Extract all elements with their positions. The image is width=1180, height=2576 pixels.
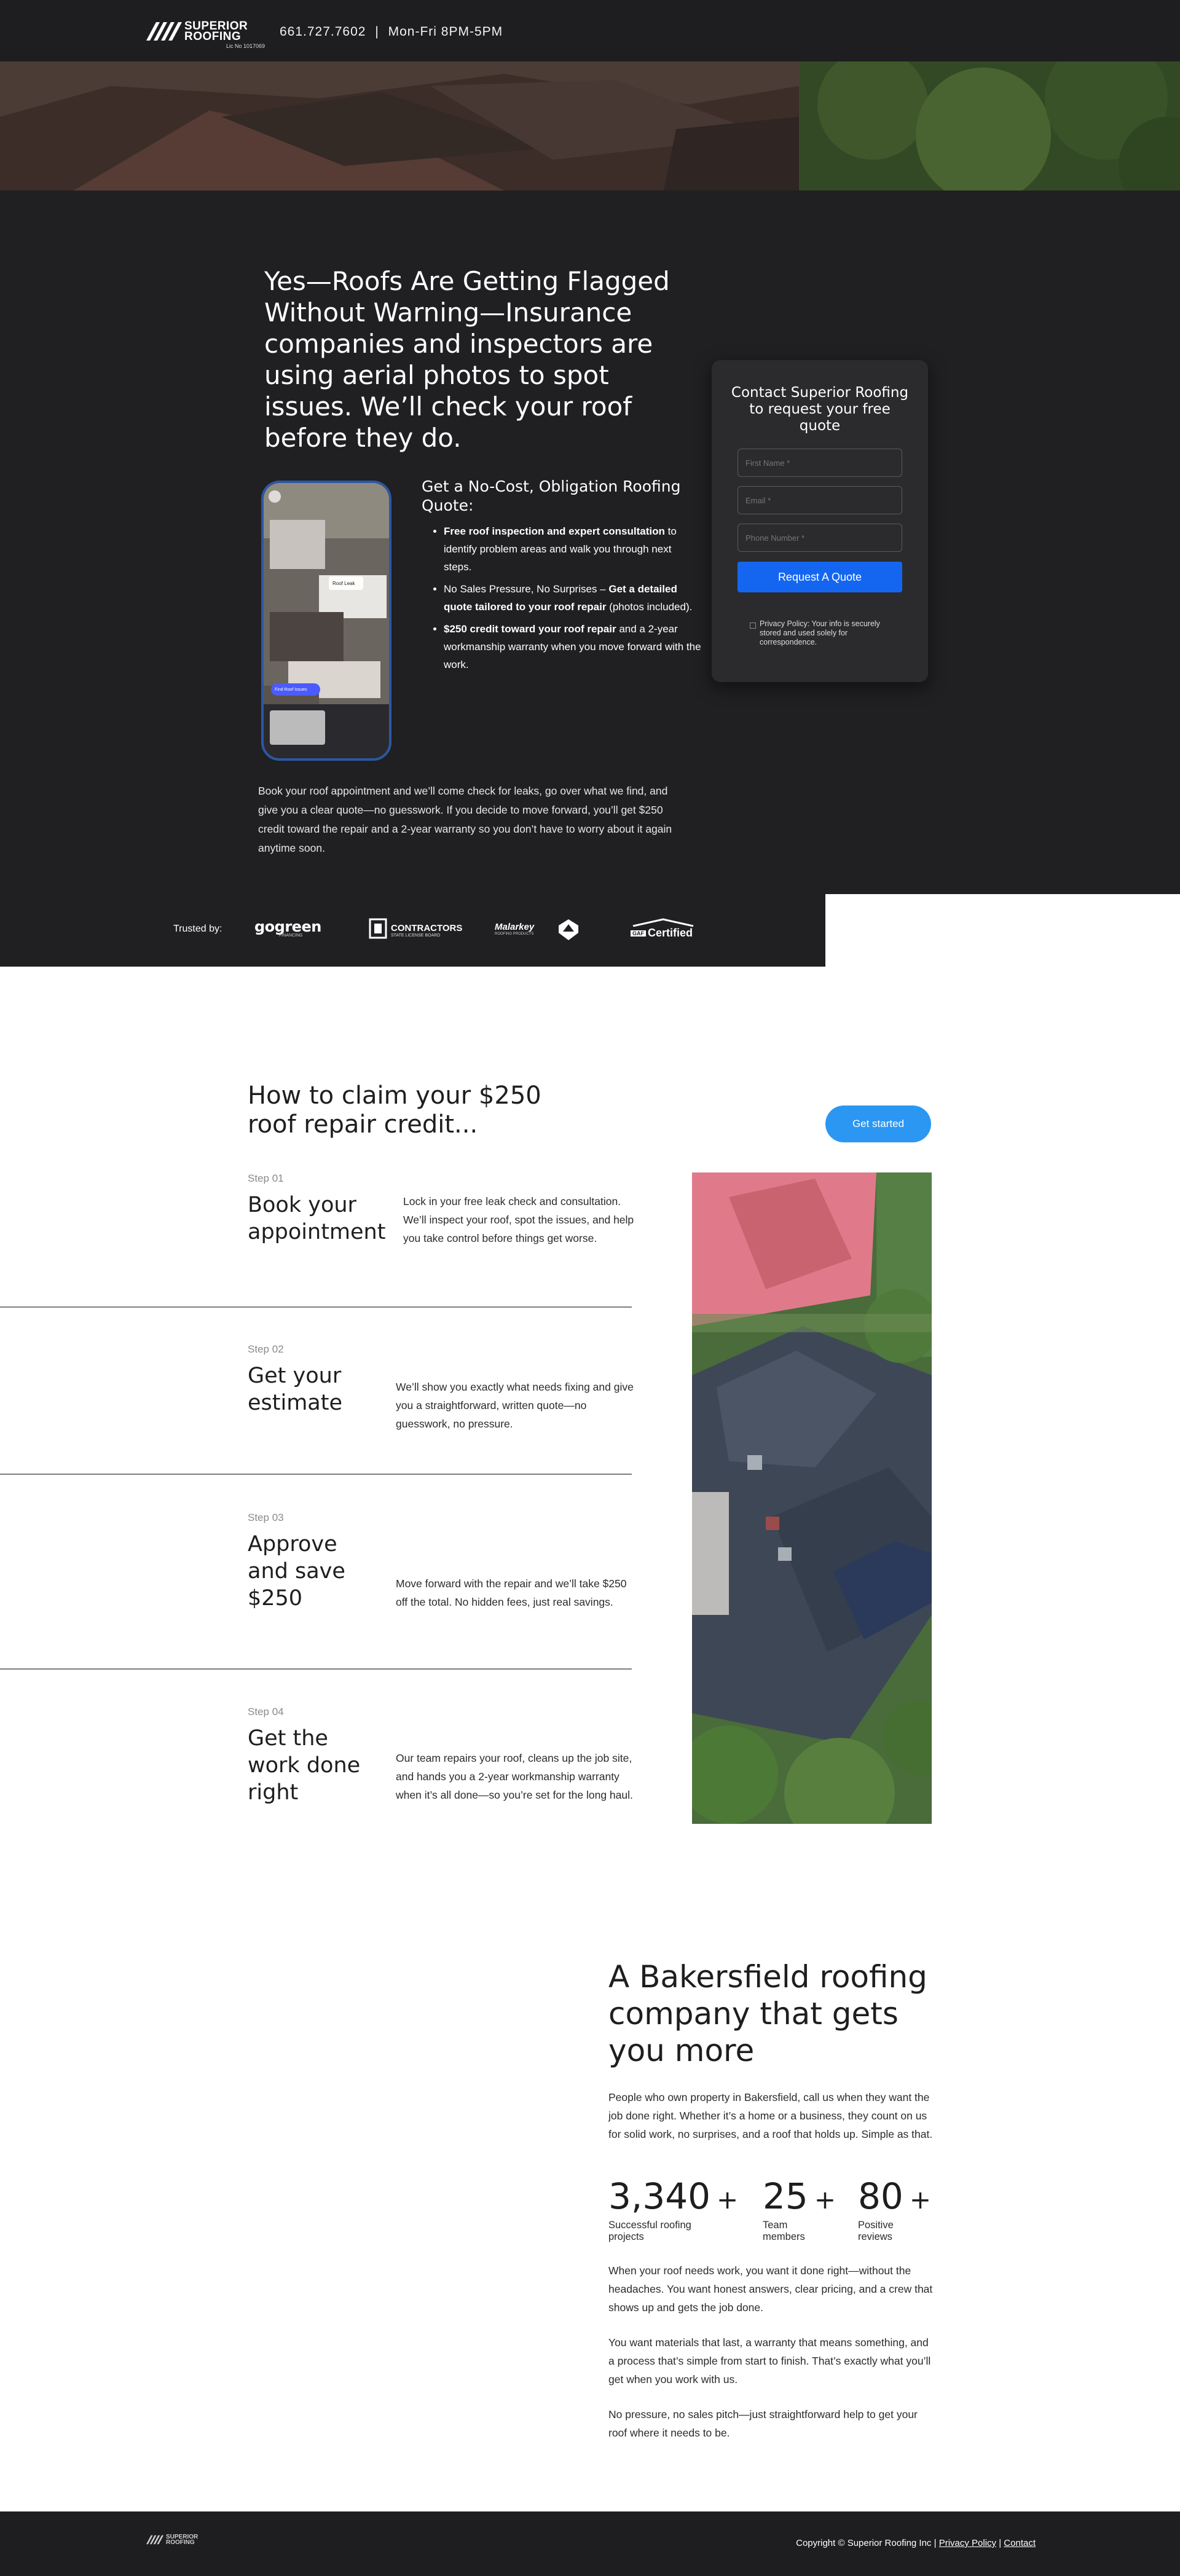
copyright-text: Copyright © Superior Roofing Inc — [796, 2538, 932, 2548]
contact-link[interactable]: Contact — [1004, 2538, 1036, 2548]
quote-form-card: Contact Superior Roofing to request your… — [712, 360, 928, 682]
logo-mark-icon — [146, 22, 182, 41]
footer-separator: | — [999, 2538, 1002, 2548]
gogreen-logo: gogreen FINANCING — [254, 918, 321, 938]
phone-badge-label: Roof Leak — [332, 581, 355, 586]
step-item: Step 03 Approve and save $250 Move forwa… — [248, 1512, 635, 1611]
about-paragraph: You want materials that last, a warranty… — [608, 2336, 931, 2386]
get-started-button[interactable]: Get started — [825, 1105, 931, 1142]
hero-headline: Yes—Roofs Are Getting Flagged Without Wa… — [264, 266, 670, 453]
footer-logo-bottom: ROOFING — [166, 2539, 195, 2546]
step-description: Move forward with the repair and we’ll t… — [396, 1577, 627, 1608]
step-number: Step 02 — [248, 1343, 284, 1355]
roof-photo-illustration — [0, 61, 1180, 190]
stat-projects: 3,340 + Successful roofing projects — [608, 2178, 750, 2243]
offer-item: Free roof inspection and expert consulta… — [444, 522, 702, 576]
offer-item-text: No Sales Pressure, No Surprises – — [444, 583, 609, 595]
step-item: Step 02 Get your estimate We’ll show you… — [248, 1343, 635, 1430]
step-item: Step 04 Get the work done right Our team… — [248, 1706, 635, 1805]
cslb-logo-text: CONTRACTORS — [391, 923, 463, 933]
privacy-checkbox[interactable] — [750, 622, 756, 629]
cslb-badge-icon — [369, 918, 387, 939]
hero-roof-image — [0, 61, 1180, 190]
license-number: Lic No 1017069 — [226, 43, 266, 49]
gaf-certified-text: Certified — [648, 927, 693, 939]
offer-list: Free roof inspection and expert consulta… — [430, 522, 702, 678]
logo-bottom-text: ROOFING — [184, 30, 242, 43]
step-item: Step 01 Book your appointment Lock in yo… — [248, 1172, 635, 1244]
privacy-notice: Privacy Policy: Your info is securely st… — [760, 619, 901, 647]
step-description: We’ll show you exactly what needs fixing… — [396, 1381, 634, 1430]
stat-team: 25 + Team members — [763, 2178, 849, 2243]
step-title: Get your estimate — [248, 1364, 343, 1415]
step-title: Book your appointment — [248, 1193, 386, 1244]
gaf-label: GAF — [631, 930, 646, 937]
step-number: Step 04 — [248, 1706, 284, 1718]
form-title: Contact Superior Roofing to request your… — [731, 385, 909, 434]
email-field[interactable] — [738, 486, 902, 514]
stat-plus: + — [717, 2185, 739, 2215]
business-hours: Mon-Fri 8PM-5PM — [388, 25, 503, 39]
logo[interactable]: SUPERIOR ROOFING Lic No 1017069 — [146, 20, 269, 50]
footer-separator: | — [934, 2538, 937, 2548]
cslb-logo-sub: STATE LICENSE BOARD — [391, 933, 441, 938]
stat-label: Successful roofing projects — [608, 2220, 691, 2242]
aerial-photo-illustration — [692, 1172, 932, 1824]
gaf-certified-logo: GAF Certified — [631, 918, 696, 940]
offer-item-bold: $250 credit toward your roof repair — [444, 623, 616, 635]
stat-value: 80 — [858, 2175, 903, 2217]
footer-logo[interactable]: SUPERIOR ROOFING — [146, 2533, 214, 2549]
offer-title: Get a No-Cost, Obligation Roofing Quote: — [422, 477, 681, 514]
malarkey-logo-sub: ROOFING PRODUCTS — [495, 932, 534, 936]
privacy-text: Privacy Policy: Your info is securely st… — [760, 619, 880, 646]
gogreen-logo-text: gogreen — [254, 918, 321, 935]
steps-heading: How to claim your $250 roof repair credi… — [248, 1082, 541, 1139]
trusted-label: Trusted by: — [173, 924, 222, 934]
offer-item-text: (photos included). — [606, 601, 693, 613]
malarkey-logo: Malarkey ROOFING PRODUCTS — [495, 922, 534, 936]
request-quote-button[interactable]: Request A Quote — [738, 562, 902, 592]
phone-link[interactable]: 661.727.7602 — [280, 25, 366, 39]
stat-label: Positive reviews — [858, 2220, 894, 2242]
stat-plus: + — [909, 2185, 932, 2215]
about-paragraph: When your roof needs work, you want it d… — [608, 2264, 933, 2314]
footer-logo-text: SUPERIOR ROOFING — [166, 2534, 198, 2546]
offer-item-bold: Free roof inspection and expert consulta… — [444, 525, 665, 537]
offer-item: $250 credit toward your roof repair and … — [444, 620, 702, 673]
stat-label: Team members — [763, 2220, 805, 2242]
step-divider — [0, 1668, 632, 1670]
offer-item: No Sales Pressure, No Surprises – Get a … — [444, 580, 702, 616]
about-heading: A Bakersfield roofing company that gets … — [608, 1959, 927, 2068]
step-number: Step 01 — [248, 1172, 284, 1184]
footer-logo-mark-icon — [146, 2535, 164, 2545]
aerial-roof-image — [692, 1172, 932, 1824]
about-intro: People who own property in Bakersfield, … — [608, 2091, 933, 2140]
gaf-roof-icon — [632, 918, 694, 927]
step-title: Get the work done right — [248, 1726, 361, 1805]
app-screenshot-illustration — [264, 483, 389, 758]
malarkey-logo-text: Malarkey — [495, 922, 535, 932]
step-title: Approve and save $250 — [248, 1532, 345, 1611]
stat-value: 3,340 — [608, 2175, 711, 2217]
phone-button-label: Find Roof Issues — [275, 688, 307, 692]
about-paragraph: No pressure, no sales pitch—just straigh… — [608, 2408, 918, 2439]
phone-mockup-image: Roof Leak Find Roof Issues — [261, 481, 391, 761]
header-separator: | — [375, 25, 379, 39]
shield-logo-icon — [559, 919, 578, 940]
first-name-field[interactable] — [738, 449, 902, 477]
hero-paragraph: Book your roof appointment and we’ll com… — [258, 785, 672, 854]
stat-value: 25 — [763, 2175, 808, 2217]
step-description: Our team repairs your roof, cleans up th… — [396, 1752, 633, 1801]
footer-links: Copyright © Superior Roofing Inc | Priva… — [796, 2538, 1036, 2548]
stat-plus: + — [814, 2185, 836, 2215]
step-description: Lock in your free leak check and consult… — [403, 1195, 634, 1244]
step-divider — [0, 1306, 632, 1308]
stat-reviews: 80 + Positive reviews — [858, 2178, 944, 2243]
step-number: Step 03 — [248, 1512, 284, 1523]
header-contact: 661.727.7602 | Mon-Fri 8PM-5PM — [280, 25, 503, 39]
step-divider — [0, 1474, 632, 1475]
gaf-logo-row: GAF Certified — [631, 927, 696, 940]
phone-number-field[interactable] — [738, 524, 902, 552]
privacy-policy-link[interactable]: Privacy Policy — [939, 2538, 996, 2548]
